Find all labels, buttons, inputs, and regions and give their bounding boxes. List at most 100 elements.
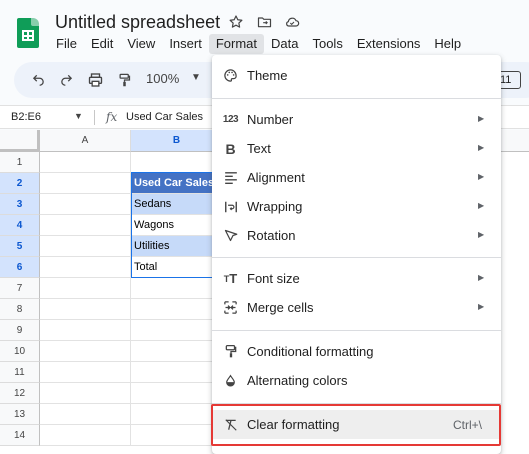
cell-b1[interactable] bbox=[131, 152, 223, 173]
cell-b8[interactable] bbox=[131, 299, 223, 320]
row-header[interactable]: 3 bbox=[0, 194, 40, 215]
menu-item-theme[interactable]: Theme bbox=[212, 61, 501, 90]
menu-data[interactable]: Data bbox=[264, 34, 305, 54]
paint-roller-icon bbox=[222, 343, 239, 360]
menu-divider bbox=[212, 257, 501, 258]
sheets-logo[interactable] bbox=[17, 18, 39, 48]
cell-b12[interactable] bbox=[131, 383, 223, 404]
menu-item-label: Merge cells bbox=[247, 300, 314, 315]
menu-item-label: Theme bbox=[247, 68, 288, 83]
format-menu-dropdown: Theme 123 Number ▶ B Text ▶ Alignment ▶ … bbox=[212, 55, 501, 454]
row-header[interactable]: 6 bbox=[0, 257, 40, 278]
document-title[interactable]: Untitled spreadsheet bbox=[55, 12, 220, 33]
cell-a1[interactable] bbox=[40, 152, 131, 173]
menu-item-merge-cells[interactable]: Merge cells ▶ bbox=[212, 293, 501, 322]
menu-item-conditional-formatting[interactable]: Conditional formatting bbox=[212, 337, 501, 366]
text-rotation-icon bbox=[222, 227, 239, 244]
cell-a10[interactable] bbox=[40, 341, 131, 362]
cell-b3[interactable]: Sedans bbox=[131, 194, 223, 215]
menu-tools[interactable]: Tools bbox=[305, 34, 349, 54]
font-size-icon: TT bbox=[223, 271, 238, 286]
row-header[interactable]: 5 bbox=[0, 236, 40, 257]
cell-a6[interactable] bbox=[40, 257, 131, 278]
cell-a3[interactable] bbox=[40, 194, 131, 215]
redo-icon[interactable] bbox=[57, 71, 75, 89]
menu-item-label: Wrapping bbox=[247, 199, 303, 214]
row-header[interactable]: 7 bbox=[0, 278, 40, 299]
formula-input[interactable]: Used Car Sales bbox=[126, 111, 203, 123]
name-box[interactable]: B2:E6 bbox=[11, 111, 41, 123]
row-header[interactable]: 4 bbox=[0, 215, 40, 236]
row-header[interactable]: 14 bbox=[0, 425, 40, 446]
menu-divider bbox=[212, 403, 501, 404]
cell-a2[interactable] bbox=[40, 173, 131, 194]
column-header-a[interactable]: A bbox=[40, 130, 131, 152]
cell-a8[interactable] bbox=[40, 299, 131, 320]
menu-item-wrapping[interactable]: Wrapping ▶ bbox=[212, 192, 501, 221]
menu-item-clear-formatting[interactable]: Clear formatting Ctrl+\ bbox=[212, 410, 501, 439]
row-header[interactable]: 12 bbox=[0, 383, 40, 404]
move-folder-icon[interactable] bbox=[254, 12, 274, 32]
menu-item-number[interactable]: 123 Number ▶ bbox=[212, 105, 501, 134]
chevron-down-icon[interactable]: ▼ bbox=[74, 111, 83, 121]
menu-item-label: Rotation bbox=[247, 228, 296, 243]
cell-b11[interactable] bbox=[131, 362, 223, 383]
menu-item-label: Text bbox=[247, 141, 271, 156]
bold-icon: B bbox=[225, 140, 236, 157]
cell-a13[interactable] bbox=[40, 404, 131, 425]
row-header[interactable]: 11 bbox=[0, 362, 40, 383]
menu-item-font-size[interactable]: TT Font size ▶ bbox=[212, 264, 501, 293]
row-header[interactable]: 9 bbox=[0, 320, 40, 341]
cell-b14[interactable] bbox=[131, 425, 223, 446]
menu-insert[interactable]: Insert bbox=[162, 34, 209, 54]
chevron-down-icon[interactable]: ▼ bbox=[191, 72, 201, 83]
menu-item-rotation[interactable]: Rotation ▶ bbox=[212, 221, 501, 250]
cell-a7[interactable] bbox=[40, 278, 131, 299]
cell-b13[interactable] bbox=[131, 404, 223, 425]
keyboard-shortcut: Ctrl+\ bbox=[453, 418, 483, 432]
cell-a14[interactable] bbox=[40, 425, 131, 446]
menu-item-label: Font size bbox=[247, 271, 300, 286]
cell-b2[interactable]: Used Car Sales bbox=[131, 173, 223, 194]
menu-extensions[interactable]: Extensions bbox=[350, 34, 428, 54]
cell-a11[interactable] bbox=[40, 362, 131, 383]
undo-icon[interactable] bbox=[29, 71, 47, 89]
menu-view[interactable]: View bbox=[120, 34, 162, 54]
paint-format-icon[interactable] bbox=[115, 71, 133, 89]
palette-icon bbox=[222, 67, 239, 84]
cell-a5[interactable] bbox=[40, 236, 131, 257]
cell-b9[interactable] bbox=[131, 320, 223, 341]
cell-b4[interactable]: Wagons bbox=[131, 215, 223, 236]
formula-divider bbox=[94, 110, 95, 125]
submenu-arrow-icon: ▶ bbox=[478, 302, 485, 311]
select-all-corner[interactable] bbox=[0, 130, 40, 152]
menu-edit[interactable]: Edit bbox=[84, 34, 120, 54]
submenu-arrow-icon: ▶ bbox=[478, 201, 485, 210]
cell-a12[interactable] bbox=[40, 383, 131, 404]
cell-b7[interactable] bbox=[131, 278, 223, 299]
row-header[interactable]: 1 bbox=[0, 152, 40, 173]
row-header[interactable]: 13 bbox=[0, 404, 40, 425]
clear-formatting-icon bbox=[222, 416, 239, 433]
row-header[interactable]: 8 bbox=[0, 299, 40, 320]
cell-b6[interactable]: Total bbox=[131, 257, 223, 278]
row-header[interactable]: 2 bbox=[0, 173, 40, 194]
menu-file[interactable]: File bbox=[49, 34, 84, 54]
menu-item-text[interactable]: B Text ▶ bbox=[212, 134, 501, 163]
star-icon[interactable] bbox=[226, 12, 246, 32]
zoom-select[interactable]: 100% bbox=[146, 71, 179, 86]
submenu-arrow-icon: ▶ bbox=[478, 230, 485, 239]
menu-item-alternating-colors[interactable]: Alternating colors bbox=[212, 366, 501, 395]
cell-b5[interactable]: Utilities bbox=[131, 236, 223, 257]
cloud-status-icon[interactable] bbox=[282, 12, 302, 32]
print-icon[interactable] bbox=[86, 71, 104, 89]
cell-a9[interactable] bbox=[40, 320, 131, 341]
column-header-b[interactable]: B bbox=[131, 130, 223, 152]
cell-a4[interactable] bbox=[40, 215, 131, 236]
cell-b10[interactable] bbox=[131, 341, 223, 362]
menu-format[interactable]: Format bbox=[208, 34, 264, 54]
menu-help[interactable]: Help bbox=[427, 34, 468, 54]
menu-item-label: Conditional formatting bbox=[247, 344, 374, 359]
menu-item-alignment[interactable]: Alignment ▶ bbox=[212, 163, 501, 192]
row-header[interactable]: 10 bbox=[0, 341, 40, 362]
